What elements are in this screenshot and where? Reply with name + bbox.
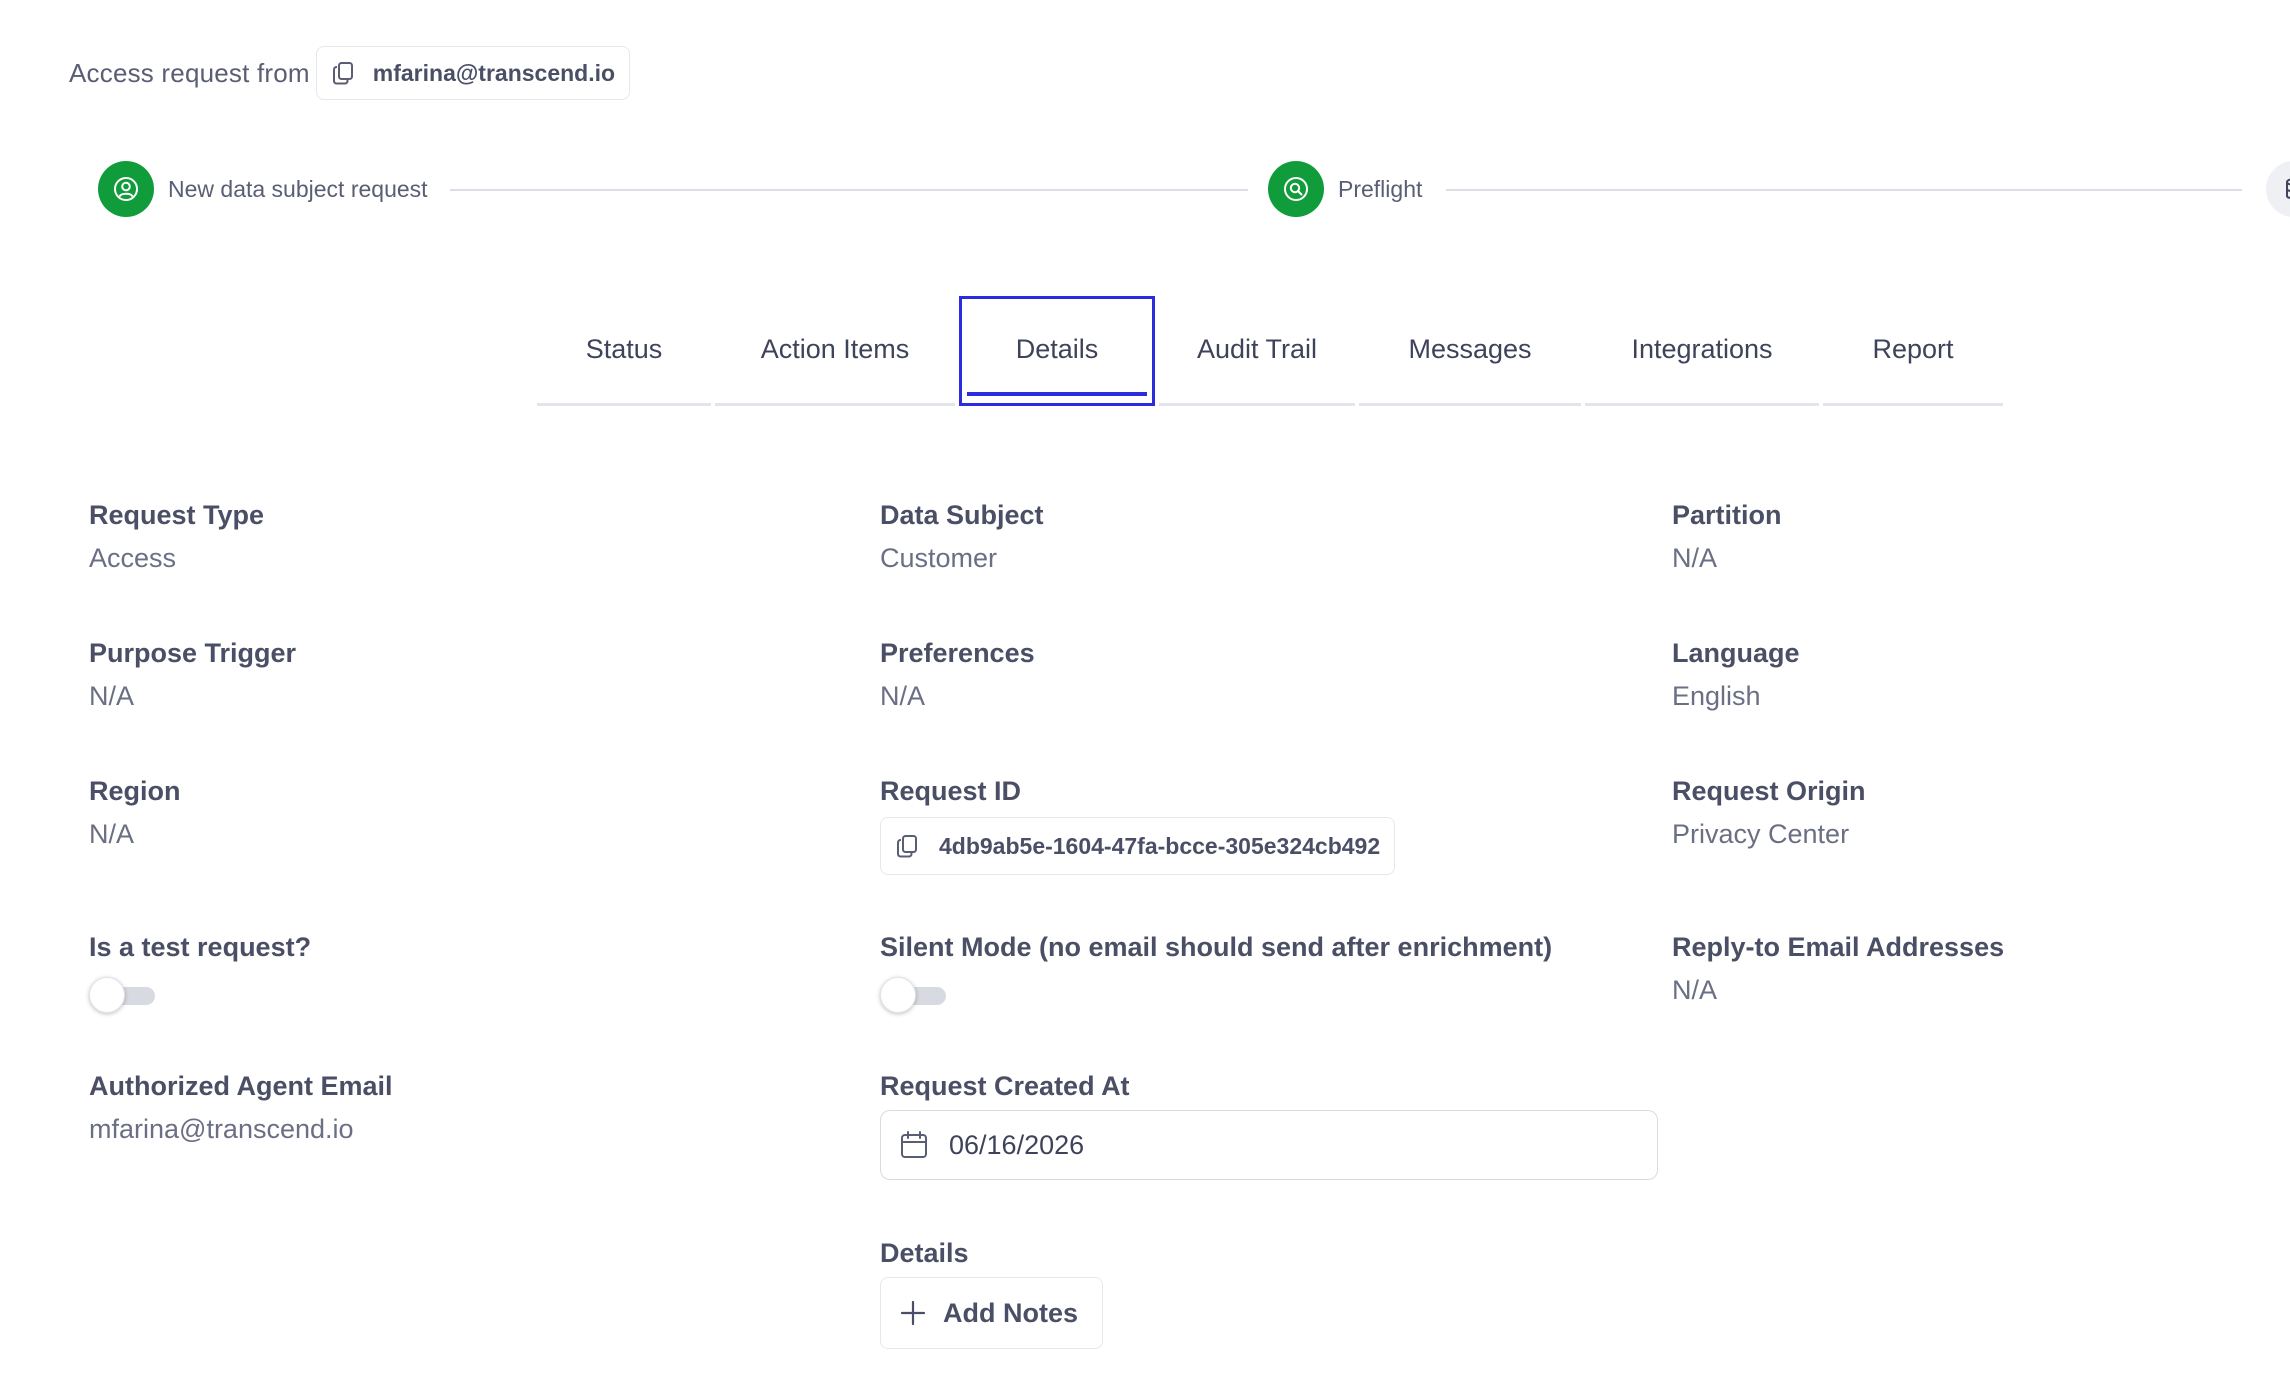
field-value: English	[1672, 681, 1761, 711]
request-header: Access request from mfarina@transcend.io	[69, 46, 631, 100]
search-icon	[1284, 177, 1308, 201]
tab-action-items[interactable]: Action Items	[715, 296, 955, 406]
field-region: Region N/A	[89, 776, 181, 850]
tab-label: Integrations	[1631, 334, 1773, 364]
field-authorized-agent-email: Authorized Agent Email mfarina@transcend…	[89, 1071, 393, 1145]
step-label: New data subject request	[168, 175, 428, 202]
tab-messages[interactable]: Messages	[1359, 296, 1581, 406]
stepper-connector	[450, 189, 1248, 191]
field-data-subject: Data Subject Customer	[880, 500, 1044, 574]
request-id-value: 4db9ab5e-1604-47fa-bcce-305e324cb492	[939, 832, 1381, 859]
tab-details[interactable]: Details	[959, 296, 1155, 406]
created-at-date-input[interactable]: 06/16/2026	[880, 1110, 1658, 1180]
field-value: N/A	[89, 681, 135, 711]
date-value: 06/16/2026	[949, 1129, 1085, 1160]
request-progress-stepper: New data subject request Preflight	[98, 161, 2290, 217]
database-icon	[2286, 178, 2290, 199]
tab-integrations[interactable]: Integrations	[1585, 296, 1819, 406]
plus-icon	[900, 1300, 926, 1326]
field-label: Is a test request?	[89, 932, 312, 962]
stepper-connector	[1446, 189, 2242, 191]
test-request-toggle[interactable]	[89, 977, 155, 1013]
step-complete-circle	[1268, 161, 1324, 217]
tab-label: Messages	[1408, 334, 1532, 364]
request-details-page: Access request from mfarina@transcend.io…	[0, 0, 2290, 1384]
tab-report[interactable]: Report	[1823, 296, 2003, 406]
field-label: Request Created At	[880, 1071, 1130, 1101]
tab-label: Details	[1015, 334, 1099, 364]
field-request-type: Request Type Access	[89, 500, 264, 574]
field-label: Language	[1672, 638, 1800, 668]
tab-label: Status	[585, 334, 663, 364]
field-value: N/A	[89, 819, 135, 849]
field-request-origin: Request Origin Privacy Center	[1672, 776, 1866, 850]
toggle-knob	[880, 977, 916, 1013]
field-label: Region	[89, 776, 181, 806]
step-label: Preflight	[1338, 175, 1423, 202]
tab-label: Report	[1872, 334, 1954, 364]
field-label: Authorized Agent Email	[89, 1071, 393, 1101]
toggle-knob	[89, 977, 125, 1013]
field-value: Access	[89, 543, 177, 573]
field-label: Purpose Trigger	[89, 638, 297, 668]
field-label: Reply-to Email Addresses	[1672, 932, 2005, 962]
field-request-created-at: Request Created At 06/16/2026	[880, 1071, 1658, 1180]
field-request-id: Request ID 4db9ab5e-1604-47fa-bcce-305e3…	[880, 776, 1396, 875]
add-notes-label: Add Notes	[943, 1297, 1078, 1328]
step-pending[interactable]	[2266, 161, 2290, 217]
field-label: Silent Mode (no email should send after …	[880, 932, 1553, 962]
silent-mode-toggle[interactable]	[880, 977, 946, 1013]
active-tab-indicator	[967, 392, 1147, 396]
header-label: Access request from	[69, 57, 310, 88]
tab-audit-trail[interactable]: Audit Trail	[1159, 296, 1355, 406]
user-circle-icon	[114, 177, 138, 201]
field-purpose-trigger: Purpose Trigger N/A	[89, 638, 296, 712]
field-label: Request ID	[880, 776, 1022, 806]
field-label: Request Type	[89, 500, 265, 530]
copy-request-id-chip[interactable]: 4db9ab5e-1604-47fa-bcce-305e324cb492	[880, 817, 1396, 875]
step-pending-circle	[2266, 161, 2290, 217]
calendar-icon	[901, 1131, 927, 1158]
copy-icon	[897, 835, 917, 858]
field-is-test-request: Is a test request?	[89, 932, 311, 1013]
field-preferences: Preferences N/A	[880, 638, 1035, 712]
copy-email-chip[interactable]: mfarina@transcend.io	[315, 46, 631, 100]
step-preflight[interactable]: Preflight	[1268, 161, 1422, 217]
field-details: Details Add Notes	[880, 1238, 1103, 1349]
field-partition: Partition N/A	[1672, 500, 1782, 574]
tab-label: Audit Trail	[1196, 334, 1318, 364]
field-label: Request Origin	[1672, 776, 1866, 806]
requester-email: mfarina@transcend.io	[372, 59, 616, 86]
field-value: N/A	[1672, 975, 1718, 1005]
field-label: Preferences	[880, 638, 1035, 668]
field-value: N/A	[880, 681, 926, 711]
tab-status[interactable]: Status	[537, 296, 711, 406]
field-label: Partition	[1672, 500, 1782, 530]
field-label: Data Subject	[880, 500, 1044, 530]
field-value: Privacy Center	[1672, 819, 1850, 849]
step-complete-circle	[98, 161, 154, 217]
field-label: Details	[880, 1238, 969, 1268]
field-language: Language English	[1672, 638, 1800, 712]
tab-label: Action Items	[760, 334, 910, 364]
step-new-data-subject-request[interactable]: New data subject request	[98, 161, 428, 217]
field-reply-to-emails: Reply-to Email Addresses N/A	[1672, 932, 2004, 1006]
field-value: Customer	[880, 543, 998, 573]
details-tabs: Status Action Items Details Audit Trail …	[537, 296, 2007, 406]
add-notes-button[interactable]: Add Notes	[880, 1277, 1103, 1349]
field-silent-mode: Silent Mode (no email should send after …	[880, 932, 1552, 1013]
copy-icon	[332, 62, 353, 85]
field-value: mfarina@transcend.io	[89, 1114, 354, 1144]
field-value: N/A	[1672, 543, 1718, 573]
